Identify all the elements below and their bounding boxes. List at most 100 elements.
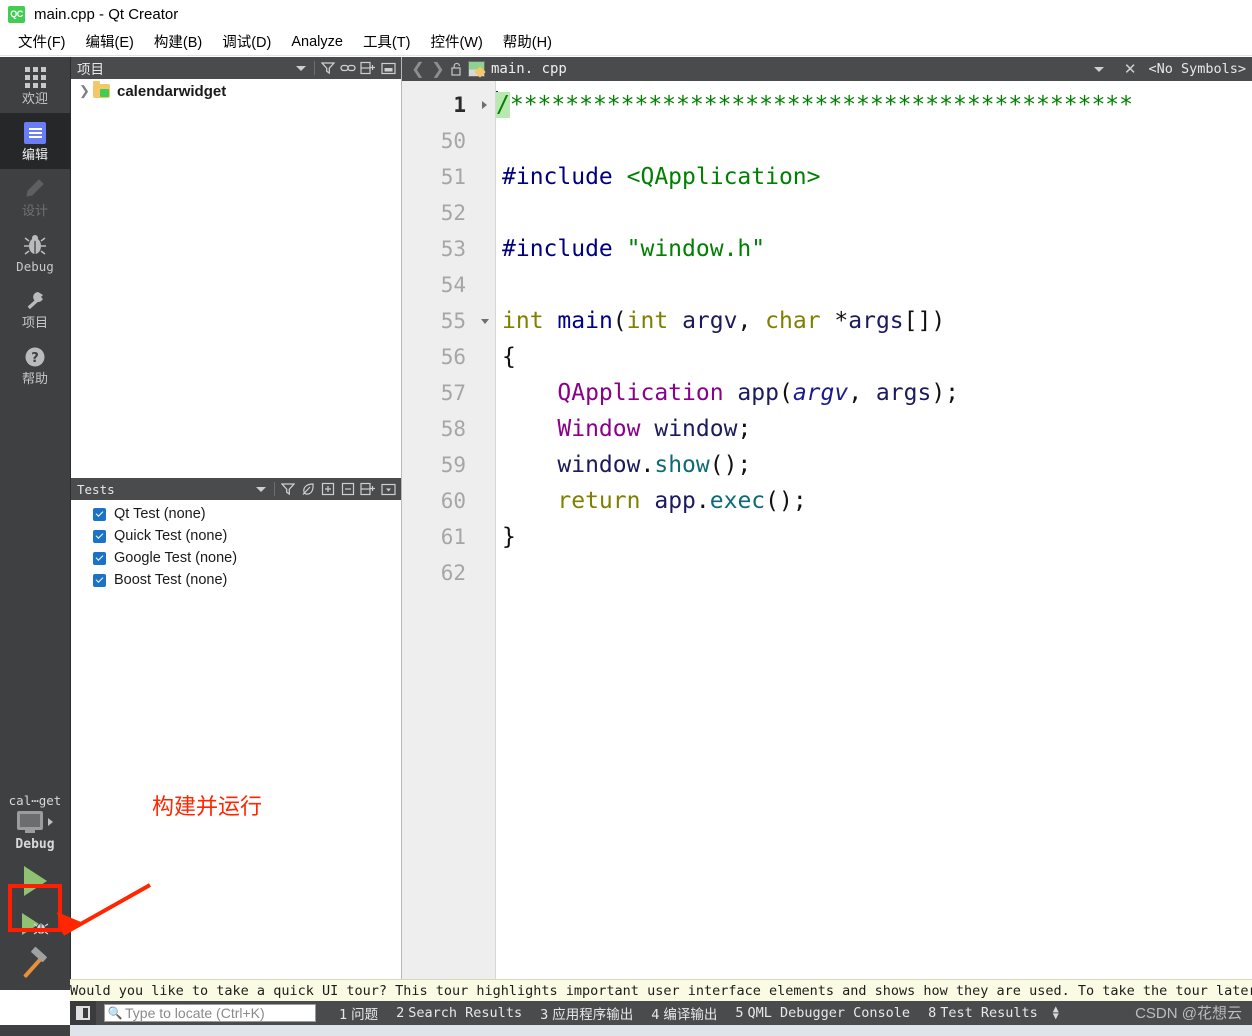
chevron-right-icon[interactable]: ❯ <box>79 83 93 99</box>
mode-design[interactable]: 设计 <box>0 169 70 225</box>
line-number: 52 <box>440 201 466 225</box>
menu-tools[interactable]: 工具(T) <box>353 28 421 55</box>
mode-help[interactable]: ? 帮助 <box>0 337 70 393</box>
mode-help-label: 帮助 <box>21 371 48 386</box>
code-line[interactable]: Window window; <box>496 411 1252 447</box>
project-tree[interactable]: ❯ calendarwidget <box>71 79 401 478</box>
menu-window[interactable]: 控件(W) <box>420 28 492 55</box>
code-line[interactable] <box>496 123 1252 159</box>
tests-split-button[interactable] <box>358 480 378 498</box>
checkbox-checked-icon[interactable] <box>93 529 106 543</box>
menu-file[interactable]: 文件(F) <box>8 28 76 55</box>
mode-debug[interactable]: Debug <box>0 225 70 281</box>
collapse-all-button[interactable] <box>338 480 358 498</box>
test-label: Qt Test (none) <box>114 506 206 522</box>
pane-tab-compile-output[interactable]: 4 编译输出 <box>642 1003 726 1023</box>
code-line[interactable]: } <box>496 519 1252 555</box>
close-icon[interactable]: ✕ <box>1116 60 1145 78</box>
code-line[interactable]: window.show(); <box>496 447 1252 483</box>
code-line[interactable] <box>496 195 1252 231</box>
menu-debug[interactable]: 调试(D) <box>212 28 281 55</box>
pane-number: 4 <box>651 1007 660 1023</box>
menu-build[interactable]: 构建(B) <box>144 28 212 55</box>
code-editor[interactable]: 1 50 51 52 53 54 55 56 57 58 59 60 61 62 /***********… <box>402 81 1252 990</box>
tests-dock-title: Tests <box>77 481 115 497</box>
tests-scan-button[interactable] <box>298 480 318 498</box>
tests-filter-button[interactable] <box>278 480 298 498</box>
up-down-arrows-icon[interactable]: ▲ ▼ <box>1053 1005 1059 1022</box>
chevron-right-icon <box>48 818 53 826</box>
search-input[interactable]: 🔍 Type to locate (Ctrl+K) <box>104 1004 316 1022</box>
editor-filename[interactable]: main. cpp <box>491 61 567 77</box>
list-item[interactable]: Google Test (none) <box>71 547 401 569</box>
code-line[interactable]: { <box>496 339 1252 375</box>
list-item[interactable]: Boost Test (none) <box>71 569 401 591</box>
pane-tab-issues[interactable]: 1 问题 <box>330 1003 387 1023</box>
code-token: #include <box>502 164 613 190</box>
close-dock-button[interactable] <box>378 59 398 77</box>
mode-welcome[interactable]: 欢迎 <box>0 57 70 113</box>
svg-text:?: ? <box>31 351 39 366</box>
code-token: show <box>654 452 710 478</box>
symbols-selector[interactable]: <No Symbols> <box>1144 61 1246 77</box>
test-label: Boost Test (none) <box>114 572 228 588</box>
list-item[interactable]: Quick Test (none) <box>71 525 401 547</box>
checkbox-checked-icon[interactable] <box>93 507 106 521</box>
back-button[interactable]: ❮ <box>408 59 428 79</box>
code-token: ); <box>931 380 960 406</box>
pane-tab-application-output[interactable]: 3 应用程序输出 <box>531 1003 642 1023</box>
code-line[interactable]: #include <QApplication> <box>496 159 1252 195</box>
menu-analyze[interactable]: Analyze <box>281 31 353 53</box>
chevron-down-icon[interactable] <box>1093 66 1104 72</box>
menu-edit[interactable]: 编辑(E) <box>76 28 144 55</box>
code-line[interactable]: return app.exec(); <box>496 483 1252 519</box>
search-icon: 🔍 <box>107 1006 123 1020</box>
code-line[interactable]: #include "window.h" <box>496 231 1252 267</box>
code-line[interactable] <box>496 267 1252 303</box>
view-selector-dropdown[interactable] <box>291 59 311 77</box>
filter-button[interactable] <box>318 59 338 77</box>
fold-collapsed-icon[interactable] <box>474 87 495 123</box>
code-line[interactable]: int main(int argv, char *args[]) <box>496 303 1252 339</box>
unlock-icon[interactable] <box>448 62 466 76</box>
split-view-button[interactable] <box>358 59 378 77</box>
list-item[interactable]: Qt Test (none) <box>71 503 401 525</box>
fold-expanded-icon[interactable] <box>474 303 495 339</box>
forward-button[interactable]: ❯ <box>428 59 448 79</box>
code-line[interactable]: /***************************************… <box>496 87 1252 123</box>
pane-tab-qml-debugger-console[interactable]: 5 QML Debugger Console <box>726 1005 919 1021</box>
kit-selector-button[interactable] <box>0 811 70 833</box>
menu-help[interactable]: 帮助(H) <box>493 28 562 55</box>
mode-edit-label: 编辑 <box>21 147 48 162</box>
pane-number: 5 <box>735 1005 744 1021</box>
build-button[interactable] <box>8 944 62 984</box>
checkbox-checked-icon[interactable] <box>93 551 106 565</box>
sync-with-editor-button[interactable] <box>338 59 358 77</box>
code-text[interactable]: /***************************************… <box>496 81 1252 990</box>
run-button-highlight <box>8 884 62 932</box>
checkbox-checked-icon[interactable] <box>93 573 106 587</box>
expand-all-button[interactable] <box>318 480 338 498</box>
mode-edit[interactable]: 编辑 <box>0 113 70 169</box>
pane-tab-test-results[interactable]: 8 Test Results <box>919 1005 1047 1021</box>
tests-view-dropdown[interactable] <box>251 480 271 498</box>
code-token: window <box>654 416 738 442</box>
tests-options-button[interactable] <box>378 480 398 498</box>
tests-list[interactable]: Qt Test (none) Quick Test (none) Google … <box>71 500 401 591</box>
code-token: , <box>737 308 766 334</box>
qt-logo-icon: QC <box>8 5 25 23</box>
line-number: 51 <box>440 165 466 189</box>
ui-tour-message: Would you like to take a quick UI tour? … <box>70 982 1252 999</box>
status-bar: 🔍 Type to locate (Ctrl+K) 1 问题 2 Search Re… <box>70 1001 1252 1025</box>
code-line[interactable]: QApplication app(argv, args); <box>496 375 1252 411</box>
code-line[interactable] <box>496 555 1252 591</box>
pane-tab-search-results[interactable]: 2 Search Results <box>387 1005 531 1021</box>
sidebar-toggle-icon[interactable] <box>70 1001 96 1025</box>
mode-projects[interactable]: 项目 <box>0 281 70 337</box>
code-folding-gutter[interactable] <box>474 81 496 990</box>
tree-item-calendarwidget[interactable]: ❯ calendarwidget <box>71 79 401 103</box>
watermark-label: CSDN @花想云 <box>1135 1005 1242 1022</box>
